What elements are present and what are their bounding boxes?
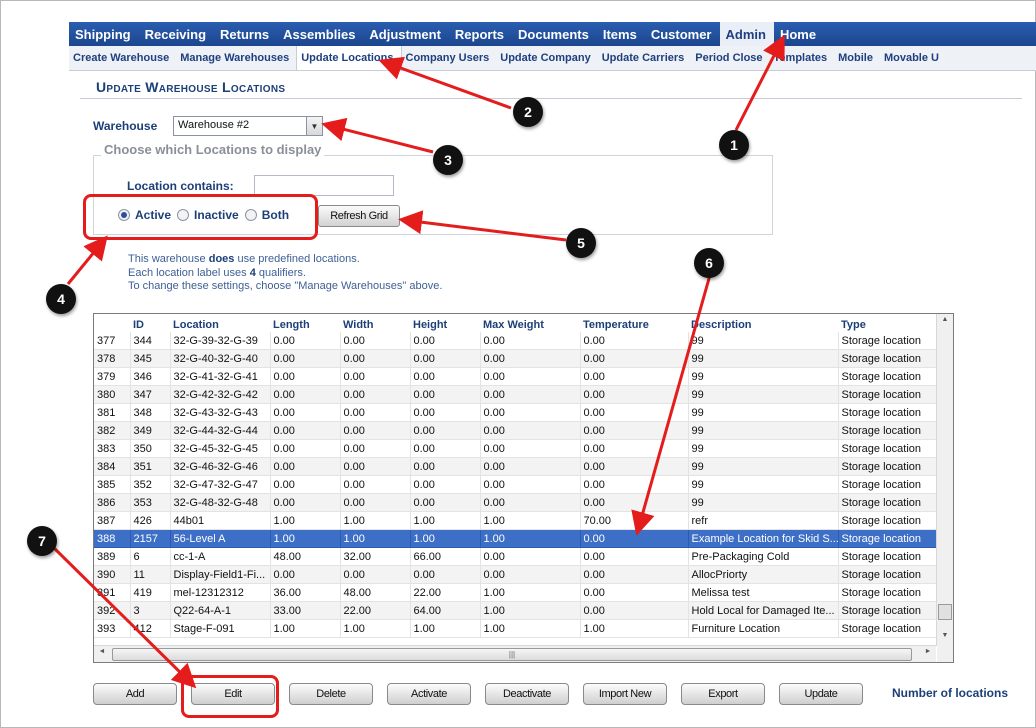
annotation-badge-3: 3 xyxy=(433,145,463,175)
annotation-badge-2: 2 xyxy=(513,97,543,127)
annotation-badge-4: 4 xyxy=(46,284,76,314)
arrow-2 xyxy=(378,56,512,110)
annotation-badge-6: 6 xyxy=(694,248,724,278)
arrow-1 xyxy=(734,34,785,131)
annotation-badge-7: 7 xyxy=(27,526,57,556)
annotation-badge-1: 1 xyxy=(719,130,749,160)
arrow-4 xyxy=(66,235,108,285)
arrow-7 xyxy=(52,546,197,689)
arrow-3 xyxy=(321,117,434,154)
arrow-5 xyxy=(398,210,567,242)
arrow-6 xyxy=(631,274,712,536)
annotation-badge-5: 5 xyxy=(566,228,596,258)
